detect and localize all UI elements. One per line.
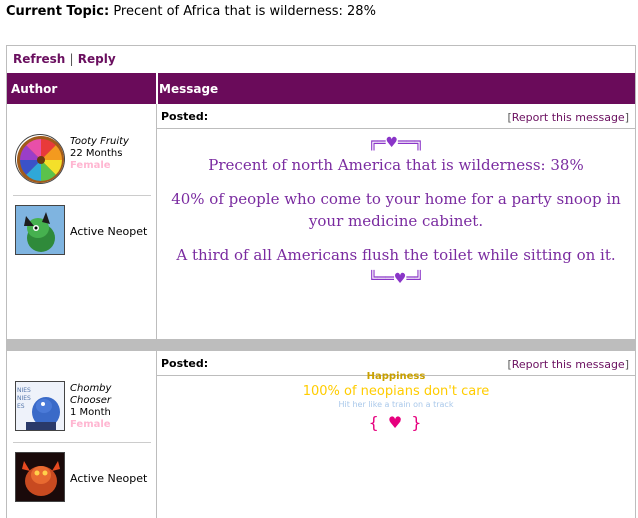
neopet-label: Active Neopet xyxy=(70,472,148,485)
user-age: 22 Months xyxy=(70,148,123,159)
post-1-message: Posted: [Report this message] ╔═♥══╗ Pre… xyxy=(157,104,635,339)
report-message-link[interactable]: Report this message xyxy=(512,358,625,371)
post-1-user-info: Tooty Fruity 22 Months Female xyxy=(70,136,129,172)
refresh-link[interactable]: Refresh xyxy=(13,52,65,66)
post-2-user-info: Chomby Chooser 1 Month Female xyxy=(70,383,128,431)
signature-line: 100% of neopians don't care xyxy=(302,384,490,399)
post-1: Tooty Fruity 22 Months Female Active Neo… xyxy=(7,104,635,339)
post-2-user: NIES NIES ES Chomby Chooser 1 Month Fema… xyxy=(15,379,151,439)
signature: Happiness 100% of neopians don't care Hi… xyxy=(157,371,635,432)
report-message-link[interactable]: Report this message xyxy=(512,111,625,124)
posted-bar: Posted: [Report this message] xyxy=(157,104,635,129)
user-age: 1 Month xyxy=(70,407,111,418)
username[interactable]: Tooty Fruity xyxy=(70,136,129,148)
post-2-author: NIES NIES ES Chomby Chooser 1 Month Fema… xyxy=(7,351,157,518)
author-divider xyxy=(13,195,151,196)
message-line-2: 40% of people who come to your home for … xyxy=(171,190,621,230)
username[interactable]: Chomby Chooser xyxy=(70,383,128,407)
current-topic: Current Topic: Precent of Africa that is… xyxy=(6,4,376,19)
neopet-label: Active Neopet xyxy=(70,225,148,238)
post-2-message: Posted: [Report this message] Happiness … xyxy=(157,351,635,518)
topic-label: Current Topic: xyxy=(6,4,110,19)
board-actions: Refresh | Reply xyxy=(7,46,635,73)
report-bracket-close: ] xyxy=(624,111,629,124)
post-2-neopet: Active Neopet xyxy=(15,452,151,508)
svg-text:ES: ES xyxy=(17,403,25,410)
message-line-3: A third of all Americans flush the toile… xyxy=(176,246,616,264)
message-line-1: Precent of north America that is wildern… xyxy=(208,156,584,174)
report-container: [Report this message] xyxy=(507,358,629,371)
report-container: [Report this message] xyxy=(507,111,629,124)
heart-frame-bottom-icon: ╚══♥═╝ xyxy=(368,271,424,287)
topic-text: Precent of Africa that is wilderness: 28… xyxy=(113,4,376,19)
post-1-neopet: Active Neopet xyxy=(15,205,151,261)
svg-text:NIES: NIES xyxy=(17,395,31,402)
posted-label: Posted: xyxy=(161,110,209,123)
reply-link[interactable]: Reply xyxy=(78,52,116,66)
signature-title: Happiness xyxy=(366,371,426,382)
neopet-image[interactable] xyxy=(15,205,65,255)
avatar-chomby-icon[interactable]: NIES NIES ES xyxy=(15,381,65,431)
post-2: NIES NIES ES Chomby Chooser 1 Month Fema… xyxy=(7,351,635,518)
heart-icon: { ♥ } xyxy=(368,413,424,432)
post-1-author: Tooty Fruity 22 Months Female Active Neo… xyxy=(7,104,157,339)
header-message: Message xyxy=(159,82,219,96)
header-author: Author xyxy=(11,82,58,96)
signature-small: Hit her like a train on a track xyxy=(338,400,454,409)
user-gender: Female xyxy=(70,419,111,430)
message-body: ╔═♥══╗ Precent of north America that is … xyxy=(157,132,635,290)
posted-label: Posted: xyxy=(161,357,209,370)
actions-separator: | xyxy=(69,52,74,66)
header-divider xyxy=(156,73,158,104)
post-separator xyxy=(7,339,635,351)
table-header: Author Message xyxy=(7,73,635,104)
avatar-wheel-icon[interactable] xyxy=(15,134,65,184)
svg-text:NIES: NIES xyxy=(17,387,31,394)
heart-frame-top-icon: ╔═♥══╗ xyxy=(368,135,424,151)
message-board: Refresh | Reply Author Message Tooty Fru… xyxy=(6,45,636,518)
author-divider xyxy=(13,442,151,443)
neopet-image[interactable] xyxy=(15,452,65,502)
report-bracket-close: ] xyxy=(624,358,629,371)
user-gender: Female xyxy=(70,160,111,171)
post-1-user: Tooty Fruity 22 Months Female xyxy=(15,132,151,192)
